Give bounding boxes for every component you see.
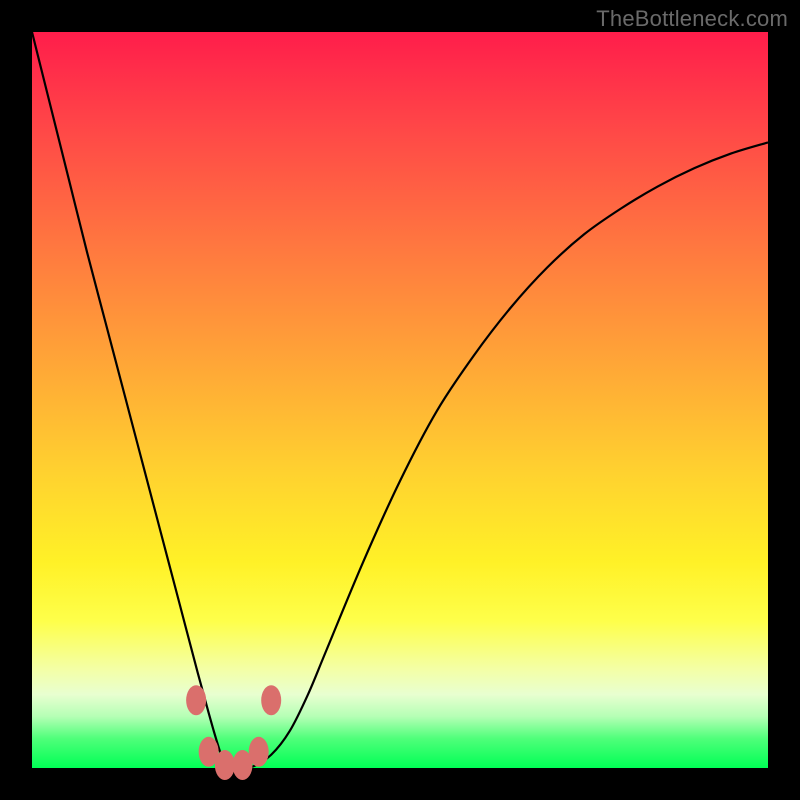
curve-marker	[215, 750, 235, 780]
curve-marker	[261, 685, 281, 715]
bottleneck-curve	[32, 32, 768, 769]
chart-plot-area	[32, 32, 768, 768]
watermark-text: TheBottleneck.com	[596, 6, 788, 32]
curve-marker	[186, 685, 206, 715]
curve-markers	[186, 685, 281, 780]
chart-svg	[32, 32, 768, 768]
curve-marker	[249, 737, 269, 767]
chart-frame: TheBottleneck.com	[0, 0, 800, 800]
